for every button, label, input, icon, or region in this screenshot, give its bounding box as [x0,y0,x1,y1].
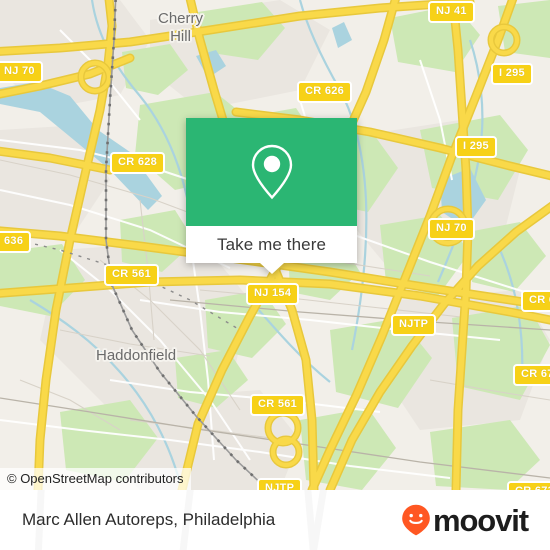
map-share-image: Cherry Hill Haddonfield NJ 41 NJ 70 I 29… [0,0,550,550]
place-label-line: Cherry [158,10,204,27]
card-icon-area [186,118,357,226]
road-shield-cr-6-edge: CR 6 [521,290,550,312]
place-label-cherry-hill: Cherry Hill [158,10,203,46]
road-shield-nj-41: NJ 41 [428,1,475,23]
card-pointer-tail [259,263,284,274]
moovit-wordmark: moovit [432,502,529,538]
card-action-area[interactable]: Take me there [186,226,357,274]
take-me-there-label: Take me there [216,234,327,254]
osm-attribution[interactable]: © OpenStreetMap contributors [0,468,191,490]
road-shield-i-295-east: I 295 [455,136,497,158]
take-me-there-card[interactable]: Take me there [186,118,357,274]
footer-bar: Marc Allen Autoreps, Philadelphia moovit [0,490,550,550]
footer-content: Marc Allen Autoreps, Philadelphia moovit [0,490,550,550]
road-shield-nj-70-east: NJ 70 [428,218,475,240]
road-shield-cr-561-north: CR 561 [104,264,160,286]
road-shield-cr-67-edge: CR 67 [513,364,550,386]
road-shield-i-295-north: I 295 [491,63,533,85]
place-label-line: Hill [170,28,191,45]
road-shield-cr-626: CR 626 [297,81,353,103]
road-shield-cr-673-edge: CR 673 [507,481,550,490]
road-shield-njtp-south: NJTP [257,478,303,490]
road-shield-nj-154: NJ 154 [246,283,300,305]
moovit-smiley-pin-icon [402,504,430,536]
road-shield-cr-561-south: CR 561 [250,394,306,416]
place-label-haddonfield: Haddonfield [96,347,177,364]
map-pin-icon [251,144,292,200]
road-shield-njtp-north: NJTP [391,314,437,336]
road-shield-636: 636 [0,231,32,253]
road-shield-cr-628: CR 628 [110,152,166,174]
place-title: Marc Allen Autoreps, Philadelphia [22,510,276,529]
road-shield-nj-70-west: NJ 70 [0,61,43,83]
moovit-brand[interactable]: moovit [401,502,529,538]
